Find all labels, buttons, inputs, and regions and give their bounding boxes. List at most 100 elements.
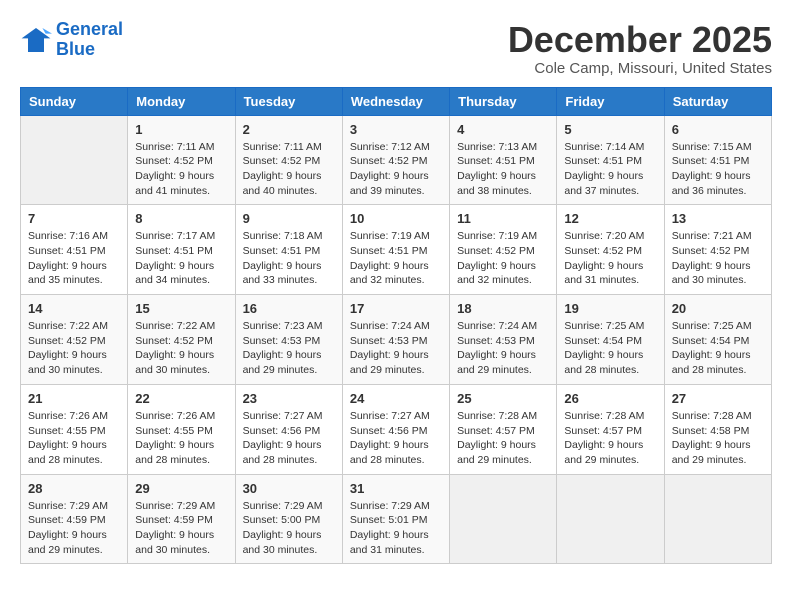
day-number: 17 [350, 301, 442, 316]
calendar-cell: 22Sunrise: 7:26 AMSunset: 4:55 PMDayligh… [128, 384, 235, 474]
calendar-cell: 9 Sunrise: 7:18 AMSunset: 4:51 PMDaylight… [235, 205, 342, 295]
day-info: Sunrise: 7:25 AMSunset: 4:54 PMDaylight:… [672, 319, 764, 378]
day-info: Sunrise: 7:13 AMSunset: 4:51 PMDaylight:… [457, 140, 549, 199]
logo-text: GeneralBlue [56, 20, 123, 60]
logo-icon [20, 24, 52, 56]
day-number: 18 [457, 301, 549, 316]
day-info: Sunrise: 7:19 AMSunset: 4:51 PMDaylight:… [350, 229, 442, 288]
calendar-title: December 2025 [508, 20, 772, 60]
day-info: Sunrise: 7:29 AMSunset: 5:01 PMDaylight:… [350, 499, 442, 558]
day-info: Sunrise: 7:18 AMSunset: 4:51 PMDaylight:… [243, 229, 335, 288]
calendar-cell: 2 Sunrise: 7:11 AMSunset: 4:52 PMDaylight… [235, 115, 342, 205]
day-number: 4 [457, 122, 549, 137]
day-number: 16 [243, 301, 335, 316]
calendar-cell: 7 Sunrise: 7:16 AMSunset: 4:51 PMDaylight… [21, 205, 128, 295]
calendar-week-row: 1 Sunrise: 7:11 AMSunset: 4:52 PMDaylight… [21, 115, 772, 205]
calendar-cell: 27 Sunrise: 7:28 AMSunset: 4:58 PMDayligh… [664, 384, 771, 474]
day-number: 9 [243, 211, 335, 226]
calendar-cell: 3 Sunrise: 7:12 AMSunset: 4:52 PMDaylight… [342, 115, 449, 205]
day-number: 19 [564, 301, 656, 316]
calendar-cell: 4 Sunrise: 7:13 AMSunset: 4:51 PMDaylight… [450, 115, 557, 205]
day-number: 27 [672, 391, 764, 406]
calendar-cell [664, 474, 771, 564]
calendar-week-row: 14 Sunrise: 7:22 AMSunset: 4:52 PMDayligh… [21, 295, 772, 385]
calendar-cell [557, 474, 664, 564]
calendar-cell: 8 Sunrise: 7:17 AMSunset: 4:51 PMDaylight… [128, 205, 235, 295]
day-info: Sunrise: 7:11 AMSunset: 4:52 PMDaylight:… [243, 140, 335, 199]
day-info: Sunrise: 7:29 AMSunset: 5:00 PMDaylight:… [243, 499, 335, 558]
calendar-table: SundayMondayTuesdayWednesdayThursdayFrid… [20, 87, 772, 565]
day-number: 28 [28, 481, 120, 496]
day-info: Sunrise: 7:24 AMSunset: 4:53 PMDaylight:… [350, 319, 442, 378]
day-number: 23 [243, 391, 335, 406]
calendar-cell: 31Sunrise: 7:29 AMSunset: 5:01 PMDayligh… [342, 474, 449, 564]
calendar-cell: 14Sunrise: 7:22 AMSunset: 4:52 PMDayligh… [21, 295, 128, 385]
logo: GeneralBlue [20, 20, 123, 60]
day-number: 8 [135, 211, 227, 226]
day-number: 26 [564, 391, 656, 406]
calendar-cell: 6 Sunrise: 7:15 AMSunset: 4:51 PMDaylight… [664, 115, 771, 205]
weekday-header-thursday: Thursday [450, 87, 557, 115]
calendar-cell [450, 474, 557, 564]
weekday-header-wednesday: Wednesday [342, 87, 449, 115]
day-number: 5 [564, 122, 656, 137]
calendar-week-row: 21 Sunrise: 7:26 AMSunset: 4:55 PMDayligh… [21, 384, 772, 474]
day-info: Sunrise: 7:12 AMSunset: 4:52 PMDaylight:… [350, 140, 442, 199]
day-number: 25 [457, 391, 549, 406]
day-number: 21 [28, 391, 120, 406]
day-info: Sunrise: 7:16 AMSunset: 4:51 PMDaylight:… [28, 229, 120, 288]
day-info: Sunrise: 7:27 AMSunset: 4:56 PMDaylight:… [350, 409, 442, 468]
page-header: GeneralBlue December 2025 Cole Camp, Mis… [20, 20, 772, 77]
calendar-cell: 10 Sunrise: 7:19 AMSunset: 4:51 PMDayligh… [342, 205, 449, 295]
day-number: 3 [350, 122, 442, 137]
day-info: Sunrise: 7:29 AMSunset: 4:59 PMDaylight:… [28, 499, 120, 558]
title-block: December 2025 Cole Camp, Missouri, Unite… [508, 20, 772, 77]
day-info: Sunrise: 7:23 AMSunset: 4:53 PMDaylight:… [243, 319, 335, 378]
weekday-header-tuesday: Tuesday [235, 87, 342, 115]
day-info: Sunrise: 7:14 AMSunset: 4:51 PMDaylight:… [564, 140, 656, 199]
day-number: 20 [672, 301, 764, 316]
calendar-cell: 12 Sunrise: 7:20 AMSunset: 4:52 PMDayligh… [557, 205, 664, 295]
day-info: Sunrise: 7:22 AMSunset: 4:52 PMDaylight:… [135, 319, 227, 378]
calendar-cell: 15 Sunrise: 7:22 AMSunset: 4:52 PMDayligh… [128, 295, 235, 385]
day-info: Sunrise: 7:26 AMSunset: 4:55 PMDaylight:… [135, 409, 227, 468]
day-info: Sunrise: 7:17 AMSunset: 4:51 PMDaylight:… [135, 229, 227, 288]
day-info: Sunrise: 7:26 AMSunset: 4:55 PMDaylight:… [28, 409, 120, 468]
day-number: 1 [135, 122, 227, 137]
calendar-cell: 28 Sunrise: 7:29 AMSunset: 4:59 PMDayligh… [21, 474, 128, 564]
day-info: Sunrise: 7:19 AMSunset: 4:52 PMDaylight:… [457, 229, 549, 288]
calendar-cell: 23 Sunrise: 7:27 AMSunset: 4:56 PMDayligh… [235, 384, 342, 474]
day-number: 30 [243, 481, 335, 496]
day-number: 6 [672, 122, 764, 137]
day-number: 7 [28, 211, 120, 226]
weekday-header-saturday: Saturday [664, 87, 771, 115]
day-info: Sunrise: 7:15 AMSunset: 4:51 PMDaylight:… [672, 140, 764, 199]
calendar-cell: 19 Sunrise: 7:25 AMSunset: 4:54 PMDayligh… [557, 295, 664, 385]
day-info: Sunrise: 7:27 AMSunset: 4:56 PMDaylight:… [243, 409, 335, 468]
day-number: 15 [135, 301, 227, 316]
calendar-subtitle: Cole Camp, Missouri, United States [508, 60, 772, 77]
calendar-week-row: 28 Sunrise: 7:29 AMSunset: 4:59 PMDayligh… [21, 474, 772, 564]
calendar-cell: 18Sunrise: 7:24 AMSunset: 4:53 PMDayligh… [450, 295, 557, 385]
calendar-header-row: SundayMondayTuesdayWednesdayThursdayFrid… [21, 87, 772, 115]
calendar-cell [21, 115, 128, 205]
weekday-header-monday: Monday [128, 87, 235, 115]
calendar-cell: 30 Sunrise: 7:29 AMSunset: 5:00 PMDayligh… [235, 474, 342, 564]
day-info: Sunrise: 7:28 AMSunset: 4:57 PMDaylight:… [457, 409, 549, 468]
day-number: 10 [350, 211, 442, 226]
day-number: 14 [28, 301, 120, 316]
day-info: Sunrise: 7:25 AMSunset: 4:54 PMDaylight:… [564, 319, 656, 378]
day-info: Sunrise: 7:11 AMSunset: 4:52 PMDaylight:… [135, 140, 227, 199]
calendar-cell: 16 Sunrise: 7:23 AMSunset: 4:53 PMDayligh… [235, 295, 342, 385]
day-info: Sunrise: 7:20 AMSunset: 4:52 PMDaylight:… [564, 229, 656, 288]
day-number: 12 [564, 211, 656, 226]
calendar-cell: 17 Sunrise: 7:24 AMSunset: 4:53 PMDayligh… [342, 295, 449, 385]
calendar-cell: 24Sunrise: 7:27 AMSunset: 4:56 PMDayligh… [342, 384, 449, 474]
day-info: Sunrise: 7:21 AMSunset: 4:52 PMDaylight:… [672, 229, 764, 288]
day-number: 2 [243, 122, 335, 137]
calendar-cell: 1 Sunrise: 7:11 AMSunset: 4:52 PMDaylight… [128, 115, 235, 205]
day-info: Sunrise: 7:28 AMSunset: 4:58 PMDaylight:… [672, 409, 764, 468]
day-number: 29 [135, 481, 227, 496]
calendar-cell: 11Sunrise: 7:19 AMSunset: 4:52 PMDayligh… [450, 205, 557, 295]
calendar-cell: 20 Sunrise: 7:25 AMSunset: 4:54 PMDayligh… [664, 295, 771, 385]
